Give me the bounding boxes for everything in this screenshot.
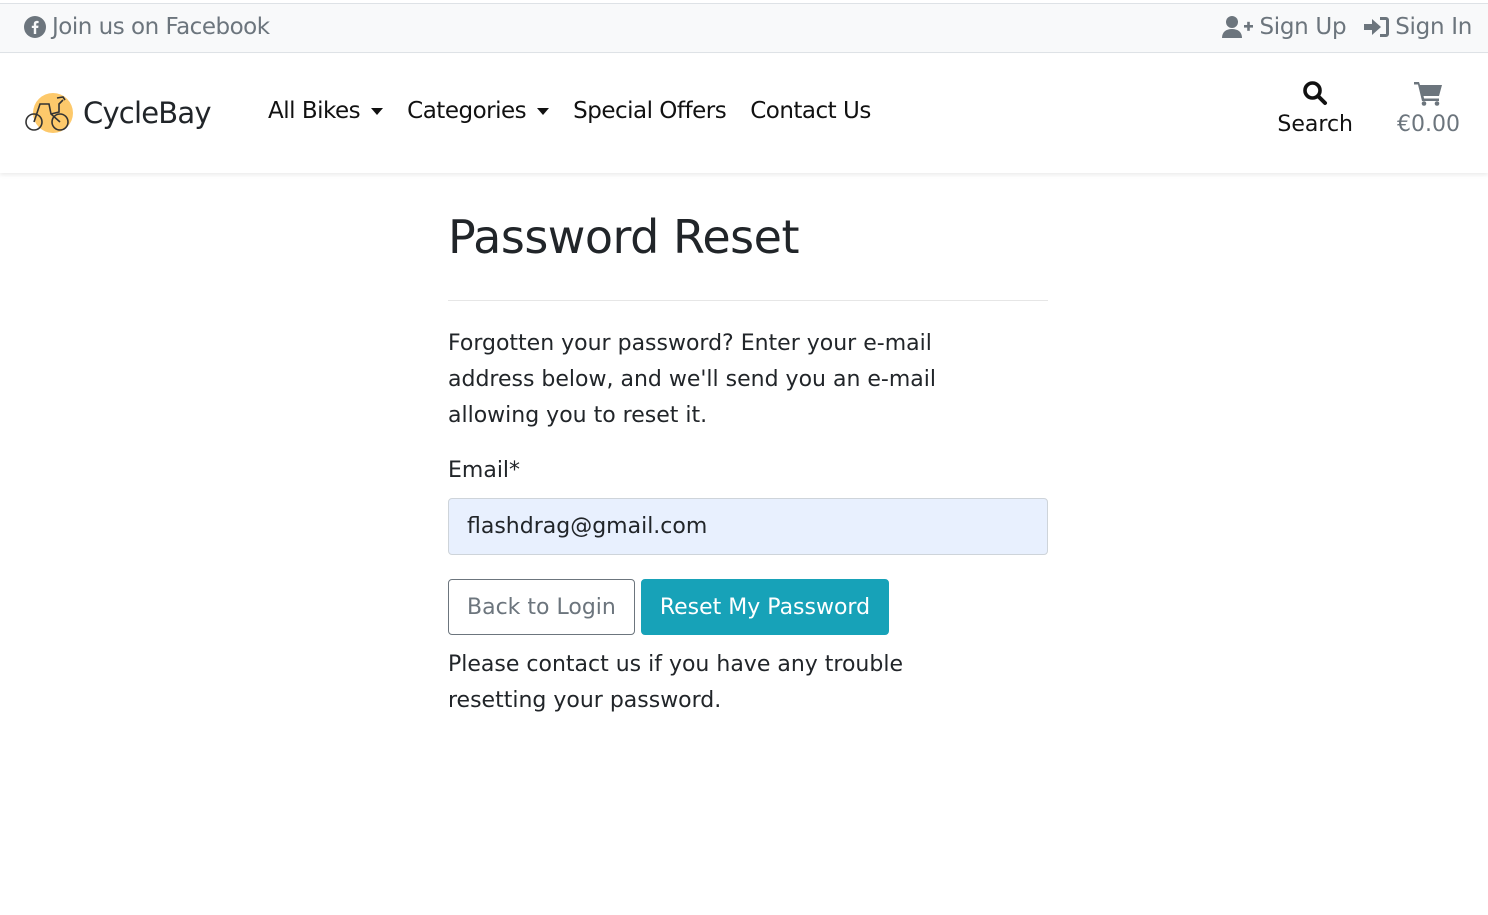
sign-up-link[interactable]: Sign Up <box>1222 14 1347 40</box>
sign-in-link[interactable]: Sign In <box>1364 14 1472 40</box>
top-bar: Join us on Facebook Sign Up Sign In <box>0 3 1488 53</box>
intro-text: Forgotten your password? Enter your e-ma… <box>448 331 936 428</box>
nav-special-offers-label: Special Offers <box>573 98 727 124</box>
facebook-label: Join us on Facebook <box>52 14 270 40</box>
password-reset-section: Password Reset Forgotten your password? … <box>448 190 1048 719</box>
email-label: Email* <box>448 458 521 483</box>
help-note: Please contact us if you have any troubl… <box>448 652 903 713</box>
sign-in-label: Sign In <box>1395 14 1472 40</box>
brand-name: CycleBay <box>83 96 211 130</box>
divider <box>448 300 1048 301</box>
shopping-cart-icon <box>1413 82 1442 106</box>
back-to-login-button[interactable]: Back to Login <box>448 579 635 635</box>
bicycle-logo-icon <box>25 93 73 133</box>
brand-logo-link[interactable]: CycleBay <box>23 92 211 134</box>
nav-categories[interactable]: Categories <box>407 98 550 124</box>
caret-down-icon <box>371 107 384 115</box>
nav-all-bikes-label: All Bikes <box>268 98 361 124</box>
reset-password-button[interactable]: Reset My Password <box>640 579 890 635</box>
facebook-link[interactable]: Join us on Facebook <box>23 14 270 40</box>
nav-contact-us-label: Contact Us <box>750 98 871 124</box>
sign-up-label: Sign Up <box>1259 14 1347 40</box>
caret-down-icon <box>537 107 550 115</box>
user-plus-icon <box>1222 16 1254 38</box>
search-button[interactable]: Search <box>1277 80 1353 137</box>
search-icon <box>1303 81 1328 105</box>
cart-button[interactable]: €0.00 <box>1397 80 1460 137</box>
sign-in-icon <box>1364 17 1390 37</box>
page-title: Password Reset <box>448 210 799 264</box>
nav-special-offers[interactable]: Special Offers <box>573 98 727 124</box>
main-navbar: CycleBay All Bikes Categories Special Of… <box>0 54 1488 173</box>
search-label: Search <box>1277 112 1353 137</box>
email-field[interactable] <box>448 498 1048 555</box>
nav-categories-label: Categories <box>407 98 527 124</box>
cart-total: €0.00 <box>1397 112 1460 137</box>
facebook-icon <box>24 16 46 38</box>
nav-contact-us[interactable]: Contact Us <box>750 98 871 124</box>
nav-all-bikes[interactable]: All Bikes <box>268 98 384 124</box>
